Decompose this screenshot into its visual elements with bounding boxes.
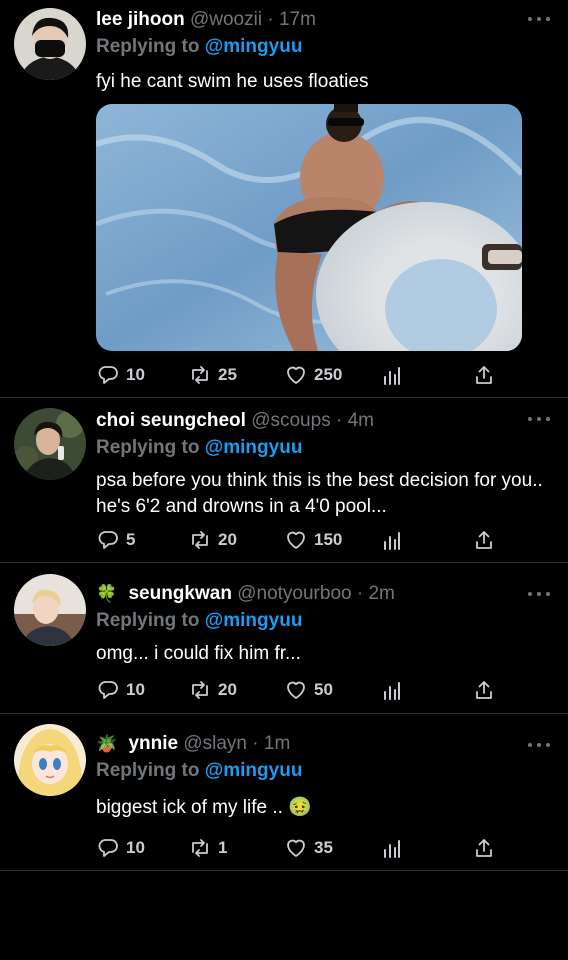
separator-dot: · <box>267 9 274 30</box>
replying-to-label: Replying to <box>96 760 200 781</box>
tweet-text: psa before you think this is the best de… <box>96 470 543 517</box>
retweet-button[interactable]: 20 <box>188 527 237 553</box>
handle[interactable]: @scoups <box>251 410 331 431</box>
reply-button[interactable]: 5 <box>96 527 135 553</box>
retweet-icon <box>192 366 208 384</box>
display-name[interactable]: ynnie <box>128 733 178 754</box>
reply-count: 5 <box>126 530 136 549</box>
like-count: 50 <box>314 680 333 699</box>
tweet[interactable]: 🪴 ynnie @slayn · 1m Replying to @mingyuu… <box>0 715 568 871</box>
display-name[interactable]: lee jihoon <box>96 9 185 30</box>
like-count: 150 <box>314 530 343 549</box>
reply-button[interactable]: 10 <box>96 677 145 703</box>
retweet-count: 20 <box>218 530 237 549</box>
share-icon <box>476 839 492 857</box>
retweet-button[interactable]: 20 <box>188 677 237 703</box>
mention-link[interactable]: @mingyuu <box>205 610 303 631</box>
heart-icon <box>287 681 305 699</box>
analytics-icon <box>384 367 400 385</box>
retweet-button[interactable]: 25 <box>188 362 237 388</box>
tweet-text: omg... i could fix him fr... <box>96 643 301 664</box>
retweet-button[interactable]: 1 <box>188 835 227 861</box>
analytics-icon <box>384 840 400 858</box>
clover-emoji-icon: 🍀 <box>96 584 118 603</box>
analytics-button[interactable] <box>380 677 410 703</box>
replying-to-label: Replying to <box>96 36 200 57</box>
analytics-icon <box>384 682 400 700</box>
handle[interactable]: @slayn <box>183 733 247 754</box>
avatar[interactable] <box>14 574 86 646</box>
share-button[interactable] <box>472 677 502 703</box>
like-button[interactable]: 50 <box>284 677 333 703</box>
reply-count: 10 <box>126 365 145 384</box>
reply-icon <box>98 839 118 857</box>
like-count: 250 <box>314 365 343 384</box>
heart-icon <box>287 366 305 384</box>
share-icon <box>476 531 492 549</box>
like-button[interactable]: 250 <box>284 362 342 388</box>
reply-icon <box>98 366 118 384</box>
separator-dot: · <box>252 733 259 754</box>
replying-to: Replying to @mingyuu <box>96 609 554 633</box>
tweet[interactable]: 🍀 seungkwan @notyourboo · 2m Replying to… <box>0 564 568 714</box>
reply-button[interactable]: 10 <box>96 835 145 861</box>
tweet[interactable]: choi seungcheol @scoups · 4m Replying to… <box>0 399 568 563</box>
tweet-image[interactable] <box>96 104 522 351</box>
reply-icon <box>98 531 118 549</box>
potted-plant-emoji-icon: 🪴 <box>96 734 118 753</box>
reply-icon <box>98 681 118 699</box>
handle[interactable]: @notyourboo <box>237 583 351 604</box>
share-button[interactable] <box>472 362 502 388</box>
analytics-icon <box>384 532 400 550</box>
timestamp[interactable]: 2m <box>368 583 394 604</box>
share-icon <box>476 366 492 384</box>
retweet-icon <box>192 839 208 857</box>
avatar[interactable] <box>14 724 86 796</box>
analytics-button[interactable] <box>380 527 410 553</box>
avatar[interactable] <box>14 408 86 480</box>
handle[interactable]: @woozii <box>190 9 262 30</box>
analytics-button[interactable] <box>380 835 410 861</box>
timestamp[interactable]: 4m <box>348 410 374 431</box>
like-count: 35 <box>314 838 333 857</box>
tweet-text: biggest ick of my life .. 🤢 <box>96 797 312 818</box>
reply-count: 10 <box>126 838 145 857</box>
avatar[interactable] <box>14 8 86 80</box>
heart-icon <box>287 839 305 857</box>
mention-link[interactable]: @mingyuu <box>205 437 303 458</box>
replying-to-label: Replying to <box>96 437 200 458</box>
retweet-count: 20 <box>218 680 237 699</box>
retweet-icon <box>192 531 208 549</box>
retweet-count: 25 <box>218 365 237 384</box>
display-name[interactable]: seungkwan <box>128 583 231 604</box>
reply-count: 10 <box>126 680 145 699</box>
replying-to: Replying to @mingyuu <box>96 759 554 783</box>
like-button[interactable]: 150 <box>284 527 342 553</box>
separator-dot: · <box>356 583 364 604</box>
mention-link[interactable]: @mingyuu <box>205 760 303 781</box>
replying-to: Replying to @mingyuu <box>96 35 554 59</box>
timestamp[interactable]: 1m <box>264 733 290 754</box>
like-button[interactable]: 35 <box>284 835 333 861</box>
share-icon <box>476 681 492 699</box>
mention-link[interactable]: @mingyuu <box>205 36 303 57</box>
tweet[interactable]: lee jihoon @woozii · 17m Replying to @mi… <box>0 0 568 398</box>
replying-to-label: Replying to <box>96 610 200 631</box>
tweet-text: fyi he cant swim he uses floaties <box>96 71 369 92</box>
heart-icon <box>287 531 305 549</box>
reply-button[interactable]: 10 <box>96 362 145 388</box>
share-button[interactable] <box>472 835 502 861</box>
replying-to: Replying to @mingyuu <box>96 436 554 460</box>
share-button[interactable] <box>472 527 502 553</box>
display-name[interactable]: choi seungcheol <box>96 410 246 431</box>
retweet-count: 1 <box>218 838 228 857</box>
retweet-icon <box>192 681 208 699</box>
timestamp[interactable]: 17m <box>279 9 316 30</box>
separator-dot: · <box>335 410 343 431</box>
analytics-button[interactable] <box>380 362 410 388</box>
